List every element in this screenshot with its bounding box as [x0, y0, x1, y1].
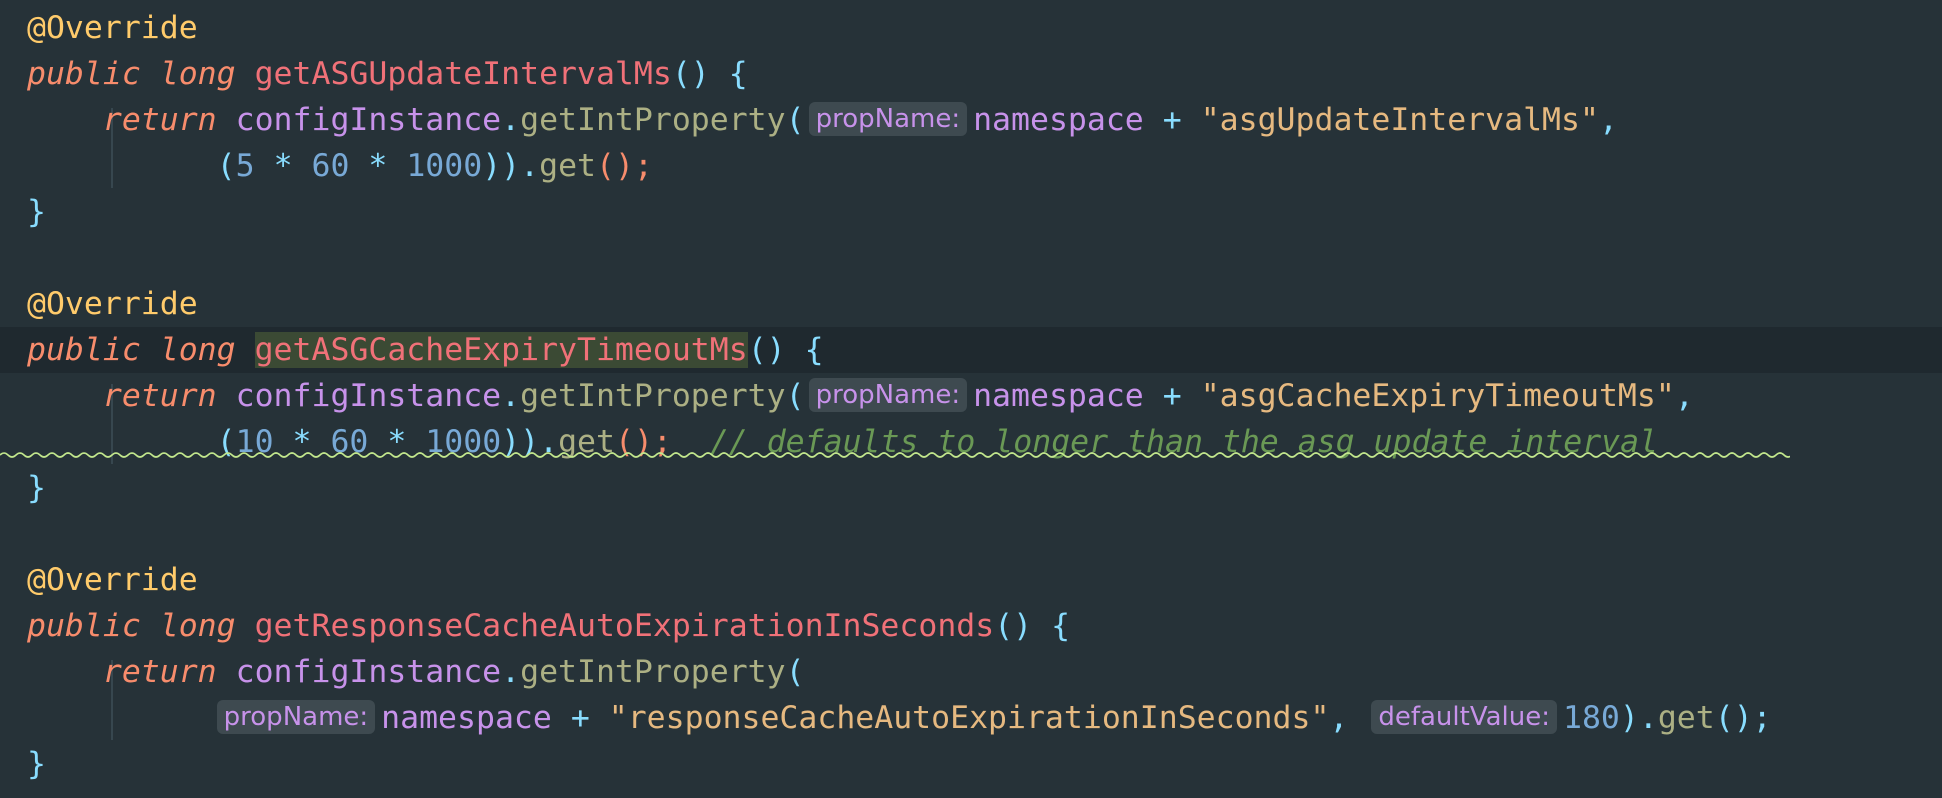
method-call[interactable]: getIntProperty [520, 654, 786, 690]
code-line[interactable]: } [0, 189, 1942, 235]
decl-punct: () { [747, 332, 824, 368]
namespace-var[interactable]: namespace [973, 102, 1144, 138]
code-line[interactable]: return configInstance.getIntProperty(pro… [0, 97, 1942, 143]
inlay-hint-propname: propName: [808, 378, 968, 412]
string-literal: "asgUpdateIntervalMs" [1200, 102, 1599, 138]
annotation-override: @Override [27, 562, 198, 598]
decl-punct: () { [994, 608, 1071, 644]
annotation-override: @Override [27, 10, 198, 46]
number-literal: 5 [235, 148, 255, 184]
return-keyword: return [102, 378, 217, 414]
receiver[interactable]: configInstance [236, 378, 502, 414]
modifiers: public long [27, 56, 236, 92]
number-literal: 180 [1562, 700, 1620, 736]
code-line[interactable]: } [0, 465, 1942, 511]
annotation-override: @Override [27, 286, 198, 322]
mul-operator: * [368, 148, 388, 184]
string-literal: "responseCacheAutoExpirationInSeconds" [608, 700, 1330, 736]
receiver[interactable]: configInstance [236, 654, 502, 690]
namespace-var[interactable]: namespace [973, 378, 1144, 414]
comma: , [1329, 700, 1349, 736]
inlay-hint-propname: propName: [808, 102, 968, 136]
inlay-hint-propname: propName: [216, 700, 376, 734]
call-end: (); [596, 148, 653, 184]
code-line[interactable]: } [0, 741, 1942, 787]
decl-punct: () { [671, 56, 748, 92]
get-call[interactable]: get [539, 148, 596, 184]
code-line[interactable]: return configInstance.getIntProperty( [0, 649, 1942, 695]
brace-close: } [27, 194, 46, 230]
paren: ( [216, 148, 236, 184]
warning-squiggle[interactable] [0, 450, 1790, 460]
return-keyword: return [102, 654, 217, 690]
comma: , [1674, 378, 1694, 414]
code-line[interactable]: return configInstance.getIntProperty(pro… [0, 373, 1942, 419]
method-name[interactable]: getASGUpdateIntervalMs [255, 56, 672, 92]
paren: )) [482, 148, 521, 184]
plus-operator: + [1162, 102, 1182, 138]
inlay-hint-defaultvalue: defaultValue: [1371, 700, 1557, 734]
mul-operator: * [273, 148, 293, 184]
code-line[interactable]: propName: namespace + "responseCacheAutoE… [0, 695, 1942, 741]
code-line-current[interactable]: public long getASGCacheExpiryTimeoutMs()… [0, 327, 1942, 373]
receiver[interactable]: configInstance [236, 102, 502, 138]
method-call[interactable]: getIntProperty [520, 102, 786, 138]
paren: ( [785, 654, 805, 690]
plus-operator: + [570, 700, 590, 736]
code-line[interactable]: public long getResponseCacheAutoExpirati… [0, 603, 1942, 649]
plus-operator: + [1162, 378, 1182, 414]
code-line[interactable]: @Override [0, 5, 1942, 51]
code-line[interactable]: public long getASGUpdateIntervalMs() { [0, 51, 1942, 97]
return-keyword: return [102, 102, 217, 138]
code-line[interactable]: @Override [0, 281, 1942, 327]
modifiers: public long [27, 608, 236, 644]
code-editor[interactable]: @Override public long getASGUpdateInterv… [0, 0, 1942, 798]
brace-close: } [27, 746, 46, 782]
code-line[interactable]: @Override [0, 557, 1942, 603]
method-call[interactable]: getIntProperty [520, 378, 786, 414]
string-literal: "asgCacheExpiryTimeoutMs" [1200, 378, 1675, 414]
code-line[interactable]: (5 * 60 * 1000)).get(); [0, 143, 1942, 189]
get-call[interactable]: get [1658, 700, 1715, 736]
number-literal: 60 [311, 148, 350, 184]
number-literal: 1000 [406, 148, 483, 184]
modifiers: public long [27, 332, 236, 368]
namespace-var[interactable]: namespace [381, 700, 552, 736]
comma: , [1598, 102, 1618, 138]
method-name[interactable]: getResponseCacheAutoExpirationInSeconds [255, 608, 995, 644]
call-end: (); [1714, 700, 1772, 736]
method-name-highlighted[interactable]: getASGCacheExpiryTimeoutMs [254, 332, 748, 368]
brace-close: } [27, 470, 46, 506]
paren: ) [1619, 700, 1639, 736]
